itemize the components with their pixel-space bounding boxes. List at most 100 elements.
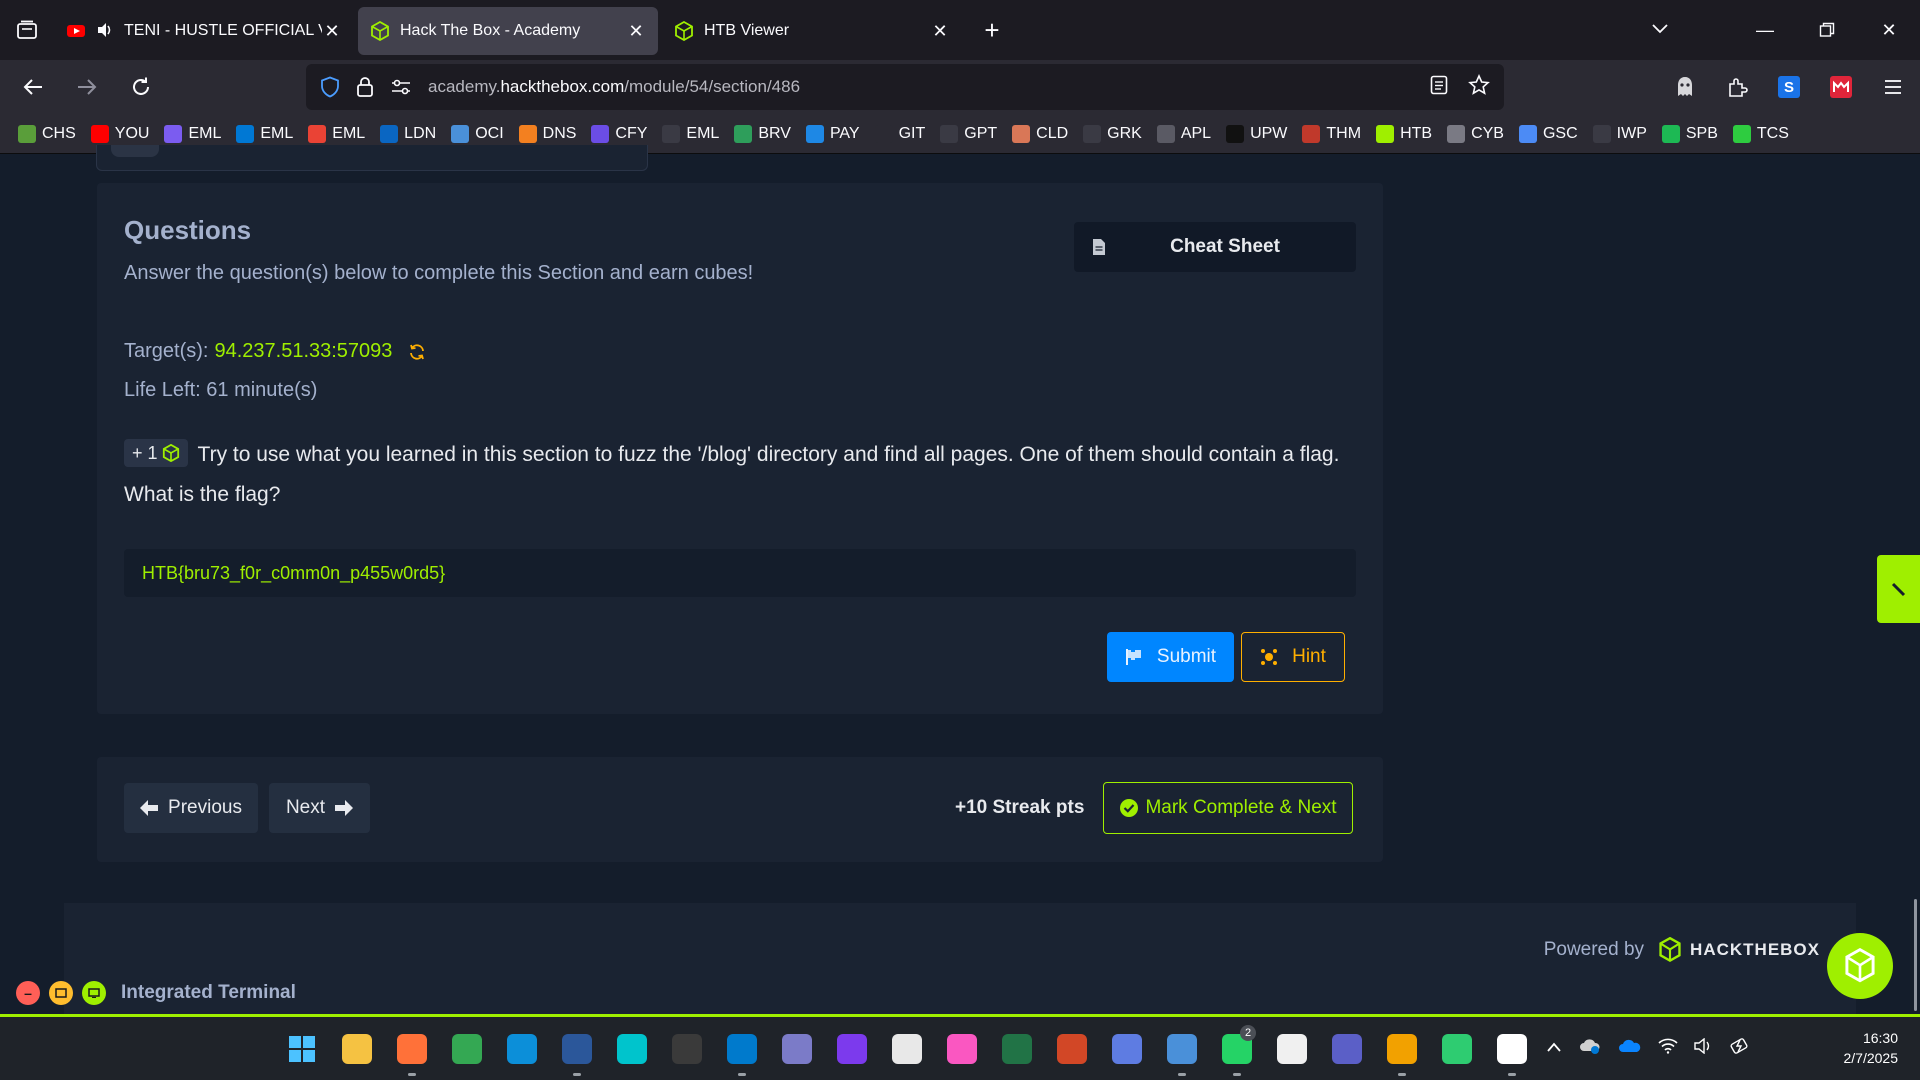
bookmark-pay[interactable]: PAY — [805, 124, 860, 143]
side-edit-tab[interactable] — [1877, 555, 1920, 623]
bookmark-git[interactable]: GIT — [874, 124, 925, 143]
bookmark-eml[interactable]: EML — [308, 124, 365, 143]
bookmark-upw[interactable]: UPW — [1226, 124, 1287, 143]
bookmark-dns[interactable]: DNS — [518, 124, 576, 143]
taskbar-app-vpn[interactable] — [1099, 1017, 1154, 1080]
onedrive-icon[interactable] — [1618, 1038, 1642, 1059]
tab-htb-viewer[interactable]: HTB Viewer ✕ — [662, 7, 962, 55]
bookmark-gpt[interactable]: GPT — [940, 124, 997, 143]
taskbar-app-teams[interactable] — [1319, 1017, 1374, 1080]
taskbar-app-htb-app[interactable] — [1429, 1017, 1484, 1080]
bookmark-iwp[interactable]: IWP — [1592, 124, 1647, 143]
hackthebox-logo-icon[interactable] — [1658, 937, 1682, 963]
minimize-button[interactable]: — — [1734, 0, 1796, 60]
new-tab-button[interactable]: + — [972, 10, 1012, 50]
close-icon[interactable]: ✕ — [930, 21, 950, 41]
onedrive-status-icon[interactable] — [1578, 1037, 1602, 1060]
bookmark-star-icon[interactable] — [1468, 73, 1490, 101]
restore-button[interactable] — [1796, 0, 1858, 60]
taskbar-app-canva[interactable] — [604, 1017, 659, 1080]
taskbar-app-notion[interactable] — [1484, 1017, 1539, 1080]
volume-icon[interactable] — [1694, 1037, 1714, 1059]
chevron-up-icon[interactable] — [1546, 1040, 1562, 1058]
bookmark-grk[interactable]: GRK — [1083, 124, 1142, 143]
next-button[interactable]: Next — [269, 783, 370, 833]
taskbar-app-excel[interactable] — [989, 1017, 1044, 1080]
taskbar-app-start[interactable] — [274, 1017, 329, 1080]
toggle-pill[interactable] — [111, 145, 159, 157]
bookmark-brv[interactable]: BRV — [734, 124, 791, 143]
reader-view-icon[interactable] — [1430, 75, 1448, 100]
taskbar-clock[interactable]: 16:30 2/7/2025 — [1844, 1028, 1899, 1068]
battery-charging-icon[interactable] — [1730, 1037, 1750, 1060]
taskbar-app-obsidian[interactable] — [824, 1017, 879, 1080]
bookmark-tcs[interactable]: TCS — [1732, 124, 1789, 143]
taskbar-app-itunes[interactable] — [934, 1017, 989, 1080]
audio-playing-icon[interactable] — [96, 21, 116, 41]
address-bar[interactable]: academy.hackthebox.com/module/54/section… — [306, 64, 1504, 110]
target-ip[interactable]: 94.237.51.33:57093 — [214, 340, 392, 363]
terminal-close-icon[interactable]: – — [16, 980, 40, 1005]
bookmark-gsc[interactable]: GSC — [1518, 124, 1578, 143]
terminal-label[interactable]: Integrated Terminal — [121, 982, 296, 1004]
mark-complete-button[interactable]: Mark Complete & Next — [1103, 782, 1353, 834]
taskbar-app-chrome[interactable] — [439, 1017, 494, 1080]
tracking-protection-icon[interactable] — [320, 76, 340, 98]
taskbar-app-store[interactable] — [879, 1017, 934, 1080]
hint-button[interactable]: Hint — [1241, 632, 1345, 682]
extension-ghost-icon[interactable] — [1672, 74, 1698, 100]
refresh-target-icon[interactable] — [408, 343, 426, 361]
taskbar-app-file-explorer[interactable] — [329, 1017, 384, 1080]
submit-button[interactable]: Submit — [1107, 632, 1234, 682]
cheat-sheet-button[interactable]: Cheat Sheet — [1074, 222, 1356, 272]
taskbar-app-vscode[interactable] — [714, 1017, 769, 1080]
answer-input[interactable]: HTB{bru73_f0r_c0mm0n_p455w0rd5} — [124, 549, 1356, 597]
bookmark-cld[interactable]: CLD — [1012, 124, 1068, 143]
bookmark-cfy[interactable]: CFY — [591, 124, 647, 143]
bookmark-oci[interactable]: OCI — [451, 124, 504, 143]
taskbar-app-notepad-plus[interactable] — [1154, 1017, 1209, 1080]
extension-s-icon[interactable]: S — [1776, 74, 1802, 100]
previous-button[interactable]: Previous — [124, 783, 258, 833]
taskbar-app-terminal[interactable] — [659, 1017, 714, 1080]
reload-button[interactable] — [120, 66, 162, 108]
bookmark-chs[interactable]: CHS — [18, 124, 76, 143]
taskbar-app-powerpoint[interactable] — [1044, 1017, 1099, 1080]
taskbar-app-edge[interactable] — [494, 1017, 549, 1080]
bookmark-thm[interactable]: THM — [1302, 124, 1361, 143]
bookmark-eml[interactable]: EML — [236, 124, 293, 143]
page-scrollbar[interactable] — [1914, 899, 1917, 1011]
forward-button[interactable] — [66, 66, 108, 108]
terminal-maximize-icon[interactable] — [82, 980, 106, 1005]
close-window-button[interactable]: ✕ — [1858, 0, 1920, 60]
back-button[interactable] — [12, 66, 54, 108]
permissions-icon[interactable] — [390, 78, 412, 96]
bookmark-eml[interactable]: EML — [662, 124, 719, 143]
bookmark-apl[interactable]: APL — [1156, 124, 1211, 143]
terminal-minimize-icon[interactable] — [49, 980, 73, 1005]
extensions-puzzle-icon[interactable] — [1724, 74, 1750, 100]
taskbar-app-notepad[interactable] — [769, 1017, 824, 1080]
menu-icon[interactable] — [1880, 74, 1906, 100]
htb-cube-fab[interactable] — [1827, 933, 1893, 999]
bookmark-you[interactable]: YOU — [90, 124, 149, 143]
lock-icon[interactable] — [356, 76, 374, 98]
bookmark-eml[interactable]: EML — [164, 124, 221, 143]
bookmark-htb[interactable]: HTB — [1376, 124, 1432, 143]
taskbar-app-firefox[interactable] — [384, 1017, 439, 1080]
tab-list-button[interactable] — [0, 0, 54, 60]
tab-hack-the-box-academy[interactable]: Hack The Box - Academy ✕ — [358, 7, 658, 55]
close-icon[interactable]: ✕ — [322, 21, 342, 41]
bookmark-spb[interactable]: SPB — [1661, 124, 1718, 143]
wifi-icon[interactable] — [1658, 1038, 1678, 1059]
close-icon[interactable]: ✕ — [626, 21, 646, 41]
tab-overflow-button[interactable] — [1650, 18, 1670, 43]
bookmark-cyb[interactable]: CYB — [1447, 124, 1504, 143]
taskbar-app-word[interactable] — [549, 1017, 604, 1080]
tab-youtube[interactable]: TENI - HUSTLE OFFICIAL VIDEO ✕ — [54, 7, 354, 55]
taskbar-app-whatsapp[interactable]: 2 — [1209, 1017, 1264, 1080]
bookmark-ldn[interactable]: LDN — [380, 124, 436, 143]
taskbar-app-remote-desktop[interactable] — [1374, 1017, 1429, 1080]
taskbar-app-capcut[interactable] — [1264, 1017, 1319, 1080]
extension-red-icon[interactable] — [1828, 74, 1854, 100]
